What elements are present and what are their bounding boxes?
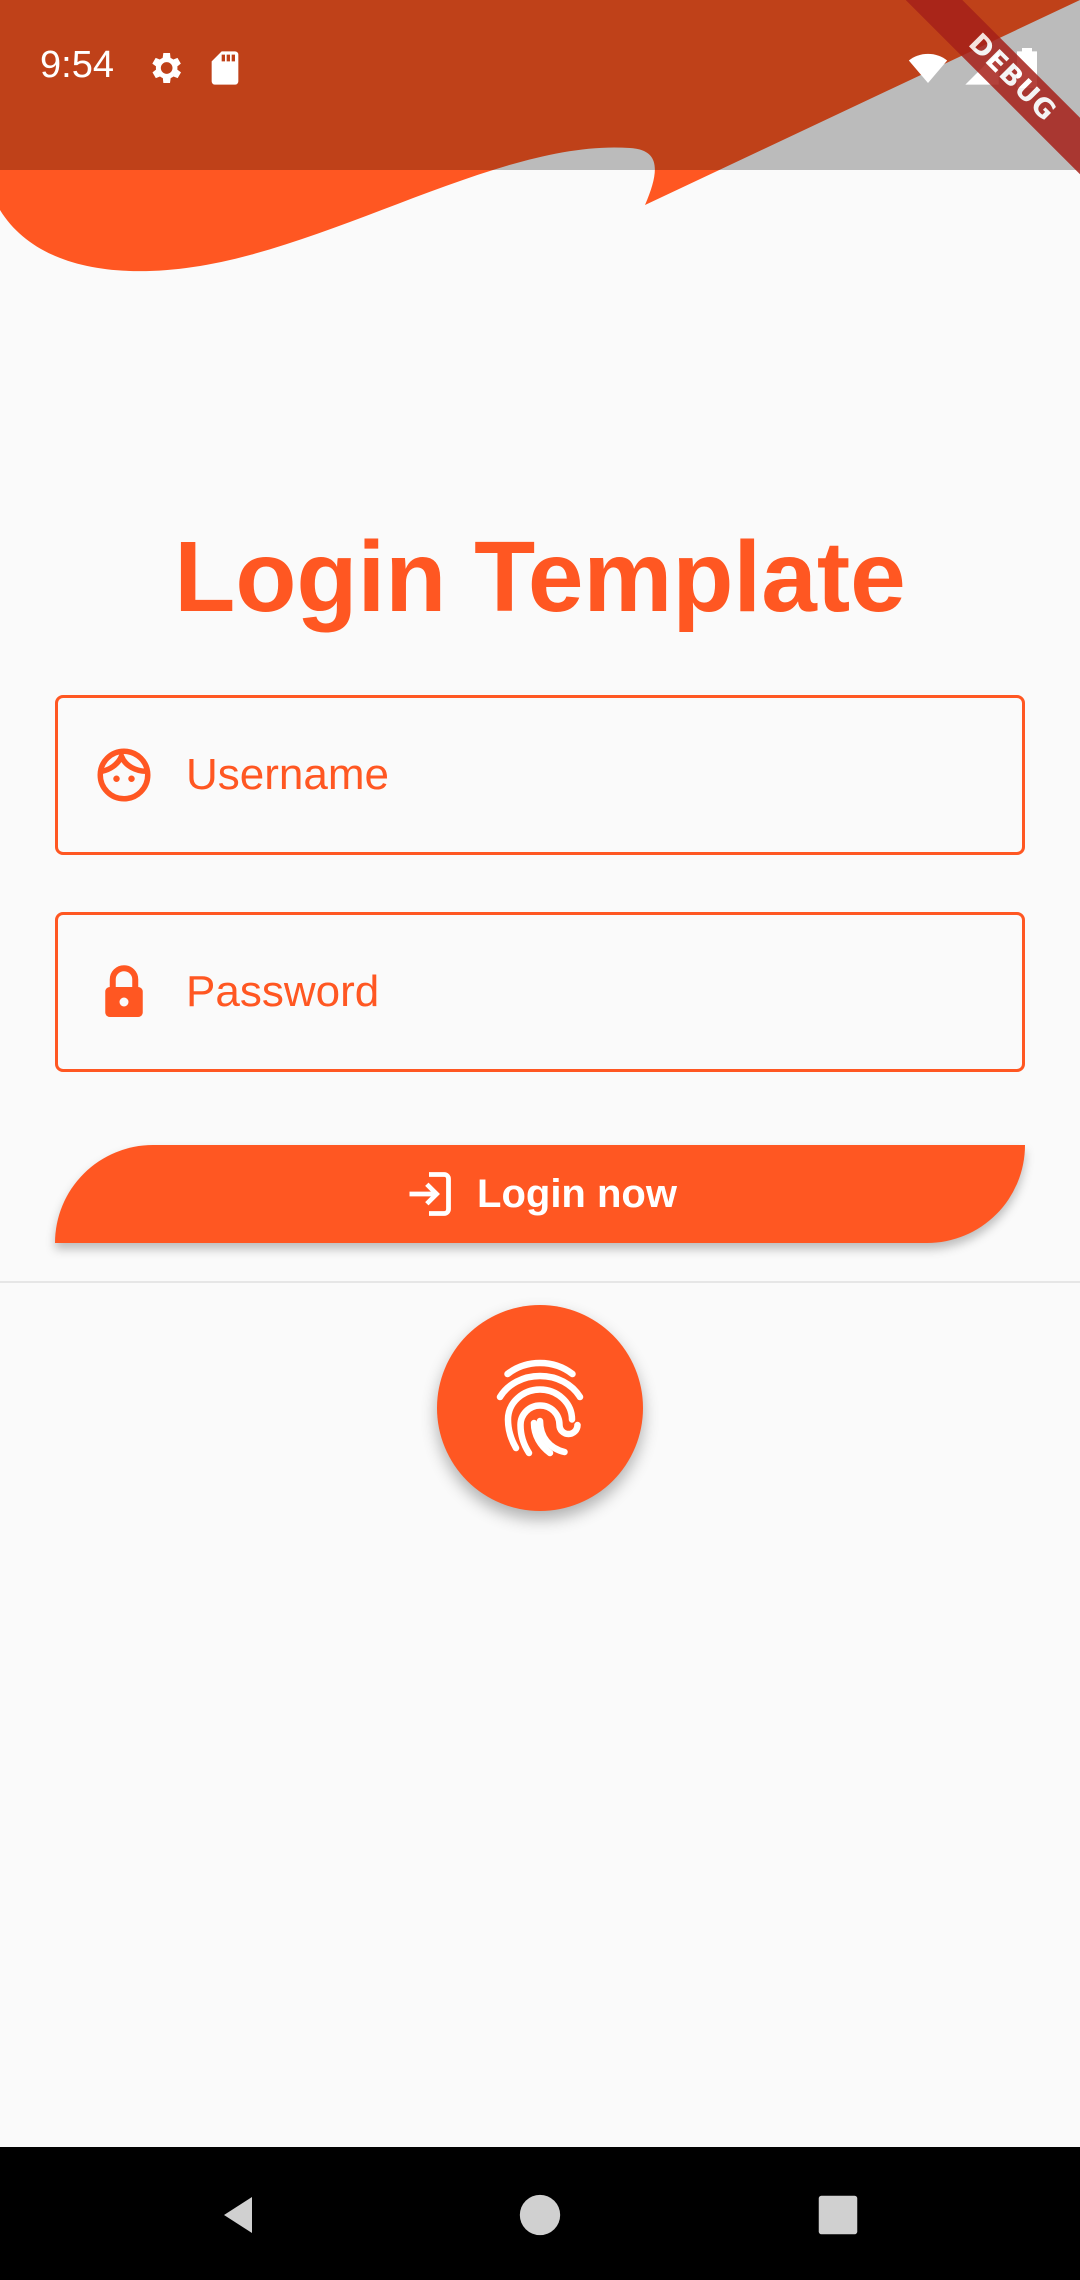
username-field[interactable] bbox=[55, 695, 1025, 855]
page-title: Login Template bbox=[174, 521, 906, 633]
fingerprint-button[interactable] bbox=[437, 1305, 643, 1511]
gear-icon bbox=[152, 53, 181, 83]
login-icon bbox=[409, 1172, 451, 1216]
password-input[interactable] bbox=[184, 966, 988, 1018]
lock-icon bbox=[105, 965, 143, 1017]
username-input[interactable] bbox=[184, 749, 988, 801]
divider bbox=[0, 1281, 1080, 1283]
recents-icon bbox=[818, 2195, 858, 2235]
back-icon bbox=[224, 2197, 252, 2233]
status-time: 9:54 bbox=[40, 44, 114, 86]
sd-card-icon bbox=[211, 51, 239, 85]
status-bar: 9:54 bbox=[0, 0, 1080, 170]
home-button[interactable] bbox=[500, 2175, 580, 2255]
back-button[interactable] bbox=[200, 2175, 280, 2255]
login-button-label: Login now bbox=[477, 1171, 677, 1216]
password-field[interactable] bbox=[55, 912, 1025, 1072]
login-button[interactable]: Login now bbox=[55, 1145, 1025, 1243]
recents-button[interactable] bbox=[798, 2175, 878, 2255]
login-screen: 9:54 DEBUG Login Template Username Login… bbox=[0, 0, 1080, 2280]
face-icon bbox=[97, 748, 151, 802]
fingerprint-icon bbox=[496, 1359, 584, 1457]
navigation-bar bbox=[0, 2147, 1080, 2280]
wifi-icon bbox=[908, 53, 948, 83]
home-icon bbox=[519, 2194, 561, 2236]
